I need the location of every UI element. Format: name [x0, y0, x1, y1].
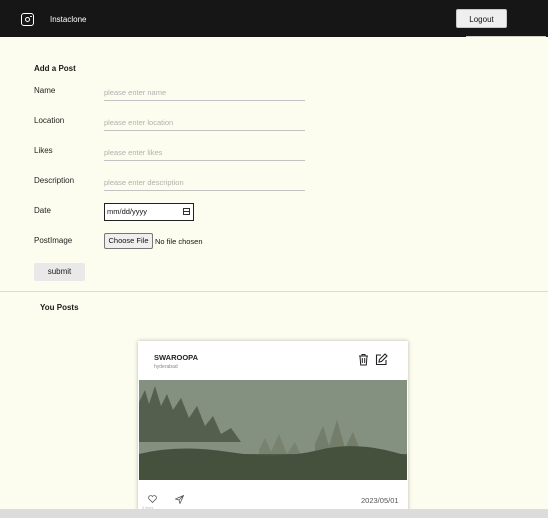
post-location: hyderabad	[154, 364, 178, 370]
posts-section-title: You Posts	[40, 303, 79, 312]
post-card: SWAROOPA hyderabad 0 likes 2023/05/01	[138, 341, 408, 516]
name-label: Name	[34, 86, 56, 95]
navbar: Instaclone Logout	[0, 0, 548, 37]
edit-icon[interactable]	[375, 353, 388, 366]
post-image[interactable]	[139, 380, 407, 480]
description-input[interactable]: please enter description	[104, 177, 305, 191]
send-icon[interactable]	[175, 495, 184, 504]
location-input[interactable]: please enter location	[104, 117, 305, 131]
location-label: Location	[34, 116, 65, 125]
section-divider	[0, 291, 548, 292]
navbar-underline	[466, 36, 546, 37]
likes-input[interactable]: please enter likes	[104, 147, 305, 161]
calendar-icon[interactable]	[183, 208, 190, 215]
name-input[interactable]: please enter name	[104, 87, 305, 101]
brand-name[interactable]: Instaclone	[50, 15, 86, 24]
logout-button[interactable]: Logout	[456, 9, 507, 28]
trash-icon[interactable]	[358, 353, 369, 366]
horizontal-scrollbar[interactable]	[0, 509, 548, 518]
submit-button[interactable]: submit	[34, 263, 85, 281]
post-author: SWAROOPA	[154, 353, 199, 362]
date-placeholder: mm/dd/yyyy	[107, 207, 148, 216]
instagram-icon[interactable]	[21, 13, 34, 26]
file-status: No file chosen	[155, 237, 203, 246]
form-title: Add a Post	[34, 64, 76, 73]
likes-label: Likes	[34, 146, 53, 155]
description-label: Description	[34, 176, 75, 185]
heart-icon[interactable]	[148, 495, 157, 503]
post-date: 2023/05/01	[361, 496, 399, 505]
date-input[interactable]: mm/dd/yyyy	[104, 203, 194, 221]
post-image-label: PostImage	[34, 236, 73, 245]
date-label: Date	[34, 206, 51, 215]
choose-file-button[interactable]: Choose File	[104, 233, 153, 249]
